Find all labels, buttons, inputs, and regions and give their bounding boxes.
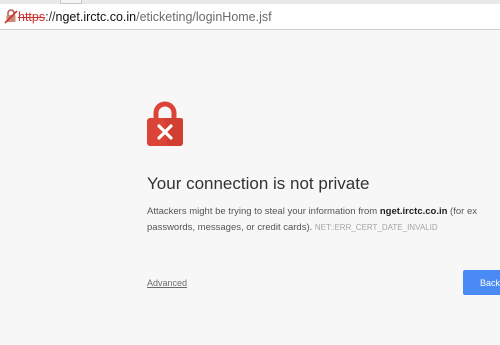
- error-code: NET::ERR_CERT_DATE_INVALID: [314, 223, 438, 232]
- message-prefix: Attackers might be trying to steal your …: [147, 206, 380, 217]
- broken-lock-icon[interactable]: [4, 8, 18, 24]
- error-message: Attackers might be trying to steal your …: [147, 204, 500, 236]
- url-path: /eticketing/loginHome.jsf: [136, 10, 272, 24]
- advanced-link[interactable]: Advanced: [147, 277, 187, 289]
- back-to-safety-button[interactable]: Back: [463, 270, 500, 295]
- url-scheme: https: [18, 10, 46, 24]
- message-host: nget.irctc.co.in: [379, 206, 448, 217]
- page-title: Your connection is not private: [147, 174, 370, 193]
- address-bar[interactable]: https://nget.irctc.co.in/eticketing/logi…: [0, 4, 500, 30]
- message-suffix: (for ex: [447, 206, 477, 217]
- url-text[interactable]: https://nget.irctc.co.in/eticketing/logi…: [18, 9, 272, 25]
- red-lock-x-icon: [147, 101, 183, 146]
- url-host: nget.irctc.co.in: [55, 10, 137, 24]
- message-line-2: passwords, messages, or credit cards).: [147, 222, 313, 233]
